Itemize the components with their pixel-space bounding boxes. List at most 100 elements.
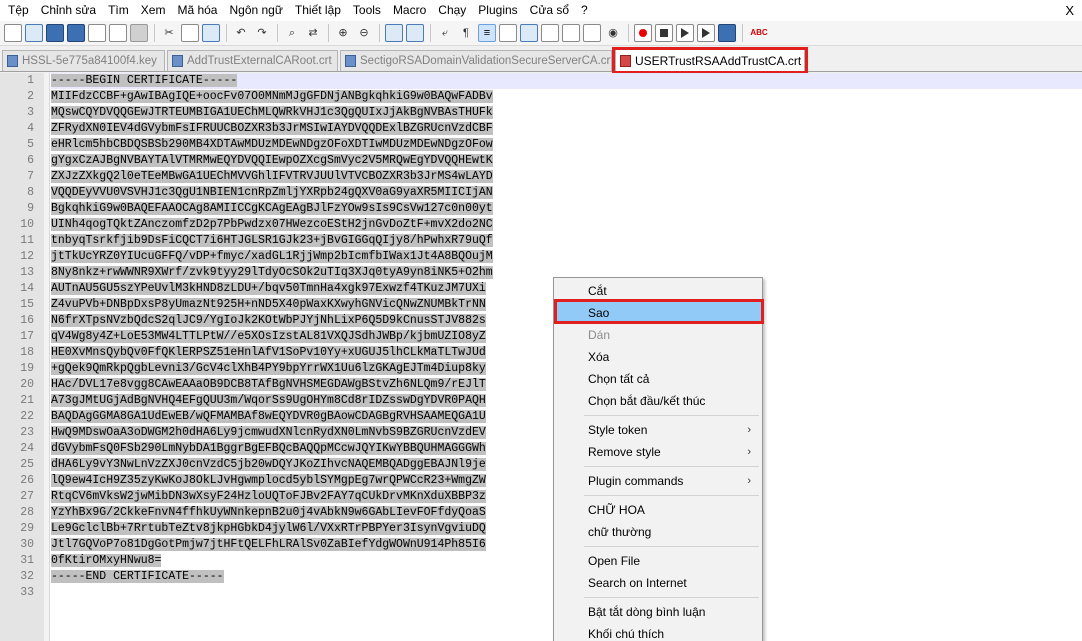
close-document-button[interactable]: X	[1065, 0, 1074, 21]
menu-language[interactable]: Ngôn ngữ	[223, 0, 288, 21]
doc-map-icon[interactable]	[520, 24, 538, 42]
ctx-open-file[interactable]: Open File	[556, 550, 761, 572]
undo-icon[interactable]: ↶	[232, 24, 250, 42]
ctx-uppercase[interactable]: CHỮ HOA	[556, 499, 761, 521]
selected-text: YzYhBx9G/2CkkeFnvN4ffhkUyWNnkepnB2u0j4vA…	[51, 506, 486, 519]
print-icon[interactable]	[130, 24, 148, 42]
monitoring-icon[interactable]: ◉	[604, 24, 622, 42]
copy-icon[interactable]	[181, 24, 199, 42]
line-number: 14	[20, 282, 34, 295]
ctx-select-all[interactable]: Chọn tất cả	[556, 368, 761, 390]
line-number: 10	[20, 218, 34, 231]
new-file-icon[interactable]	[4, 24, 22, 42]
selected-text: dHA6Ly9vY3NwLnVzZXJ0cnVzdC5jb20wDQYJKoZI…	[51, 458, 486, 471]
ctx-cut[interactable]: Cắt	[556, 280, 761, 302]
line-number: 7	[27, 170, 34, 183]
sync-vertical-icon[interactable]	[385, 24, 403, 42]
ctx-remove-style[interactable]: Remove style ›	[556, 441, 761, 463]
ctx-separator	[584, 597, 759, 598]
submenu-arrow-icon: ›	[747, 424, 751, 436]
close-all-icon[interactable]	[109, 24, 127, 42]
folder-workspace-icon[interactable]	[583, 24, 601, 42]
ctx-block-comment[interactable]: Khối chú thích	[556, 623, 761, 641]
line-number: 21	[20, 394, 34, 407]
code-line: RtqCV6mVksW2jwMibDN3wXsyF24HzloUQToFJBv2…	[51, 489, 486, 505]
tab-addtrust-external[interactable]: AddTrustExternalCARoot.crt	[167, 50, 338, 71]
word-wrap-icon[interactable]: ⤶	[436, 24, 454, 42]
menu-settings[interactable]: Thiết lập	[289, 0, 347, 21]
ctx-separator	[584, 546, 759, 547]
find-icon[interactable]: ⌕	[283, 24, 301, 42]
code-line: BgkqhkiG9w0BAQEFAAOCAg8AMIICCgKCAgEAgBJl…	[51, 201, 493, 217]
ctx-style-token-label: Style token	[588, 423, 648, 437]
ctx-separator	[584, 415, 759, 416]
ctx-lowercase[interactable]: chữ thường	[556, 521, 761, 543]
menu-plugins[interactable]: Plugins	[472, 0, 523, 21]
code-line: YzYhBx9G/2CkkeFnvN4ffhkUyWNnkepnB2u0j4vA…	[51, 505, 486, 521]
menu-window[interactable]: Cửa sổ	[524, 0, 575, 21]
play-macro-icon[interactable]	[676, 24, 694, 42]
ctx-plugin-commands-label: Plugin commands	[588, 474, 684, 488]
menu-tools[interactable]: Tools	[347, 0, 387, 21]
doc-list-icon[interactable]	[541, 24, 559, 42]
selected-text: MQswCQYDVQQGEwJTRTEUMBIGA1UEChMLQWRkVHJ1…	[51, 106, 493, 119]
tab-sectigo-rsa[interactable]: SectigoRSADomainValidationSecureServerCA…	[340, 50, 612, 71]
selected-text: eHRlcm5hbCBDQSBSb290MB4XDTAwMDUzMDEwNDgz…	[51, 138, 493, 151]
ctx-copy[interactable]: Sao	[556, 302, 761, 324]
selected-text: N6frXTpsNVzbQdcS2qlJC9/YgIoJk2KOtWbPJYjN…	[51, 314, 486, 327]
indent-guide-icon[interactable]: ≡	[478, 24, 496, 42]
menu-run[interactable]: Chạy	[432, 0, 472, 21]
line-number: 8	[27, 186, 34, 199]
editor-area[interactable]: 1 2 3 4 5 6 7 8 9 10 11 12 13 14 15 16 17 18 19 20 21 22 23 24 2…	[0, 73, 1082, 641]
record-macro-icon[interactable]	[634, 24, 652, 42]
menu-help[interactable]: ?	[575, 0, 594, 21]
show-all-chars-icon[interactable]: ¶	[457, 24, 475, 42]
menu-macro[interactable]: Macro	[387, 0, 432, 21]
stop-macro-icon[interactable]	[655, 24, 673, 42]
selected-text: RtqCV6mVksW2jwMibDN3wXsyF24HzloUQToFJBv2…	[51, 490, 486, 503]
open-file-icon[interactable]	[25, 24, 43, 42]
menu-encoding[interactable]: Mã hóa	[171, 0, 223, 21]
save-all-icon[interactable]	[67, 24, 85, 42]
menu-view[interactable]: Xem	[135, 0, 172, 21]
sync-horizontal-icon[interactable]	[406, 24, 424, 42]
zoom-in-icon[interactable]: ⊕	[334, 24, 352, 42]
ctx-plugin-commands[interactable]: Plugin commands ›	[556, 470, 761, 492]
replace-icon[interactable]: ⇄	[304, 24, 322, 42]
toolbar-separator	[628, 24, 629, 42]
language-define-icon[interactable]	[499, 24, 517, 42]
code-line: A73gJMtUGjAdBgNVHQ4EFgQUU3m/WqorSs9UgOHY…	[51, 393, 486, 409]
line-number: 24	[20, 442, 34, 455]
tab-usertrust-rsa[interactable]: USERTrustRSAAddTrustCA.crt ✕	[615, 48, 805, 72]
selected-text: 8Ny8nkz+rwWWNR9XWrf/zvk9tyy29lTdyOcSOk2u…	[51, 266, 493, 279]
ctx-delete[interactable]: Xóa	[556, 346, 761, 368]
play-multiple-macro-icon[interactable]	[697, 24, 715, 42]
line-number: 11	[20, 234, 34, 247]
ctx-begin-end-select[interactable]: Chọn bắt đầu/kết thúc	[556, 390, 761, 412]
ctx-search-internet[interactable]: Search on Internet	[556, 572, 761, 594]
code-line: AUTnAU5GU5szYPeUvlM3kHND8zLDU+/bqv50TmnH…	[51, 281, 486, 297]
menu-edit[interactable]: Chỉnh sửa	[35, 0, 102, 21]
code-line: qV4Wg8y4Z+LoE53MW4LTTLPtW//e5XOsIzstAL81…	[51, 329, 486, 345]
selected-text: Jtl7GQVoP7o81DgGotPmjw7jtHFtQELFhLRAlSv0…	[51, 538, 486, 551]
save-icon[interactable]	[46, 24, 64, 42]
menu-file[interactable]: Tệp	[2, 0, 35, 21]
selected-text: BAQDAgGGMA8GA1UdEwEB/wQFMAMBAf8wEQYDVR0g…	[51, 410, 486, 423]
menu-search[interactable]: Tìm	[102, 0, 135, 21]
redo-icon[interactable]: ↷	[253, 24, 271, 42]
save-macro-icon[interactable]	[718, 24, 736, 42]
ctx-style-token[interactable]: Style token ›	[556, 419, 761, 441]
toolbar-separator	[328, 24, 329, 42]
function-list-icon[interactable]	[562, 24, 580, 42]
ctx-toggle-comment[interactable]: Bật tắt dòng bình luận	[556, 601, 761, 623]
line-number: 27	[20, 490, 34, 503]
zoom-out-icon[interactable]: ⊖	[355, 24, 373, 42]
line-number: 22	[20, 410, 34, 423]
close-file-icon[interactable]	[88, 24, 106, 42]
spellcheck-icon[interactable]: ABC	[748, 24, 770, 42]
cut-icon[interactable]: ✂	[160, 24, 178, 42]
ctx-paste[interactable]: Dán	[556, 324, 761, 346]
tab-hssl-key[interactable]: HSSL-5e775a84100f4.key	[2, 50, 165, 71]
paste-icon[interactable]	[202, 24, 220, 42]
play-triangle-icon	[702, 28, 710, 38]
